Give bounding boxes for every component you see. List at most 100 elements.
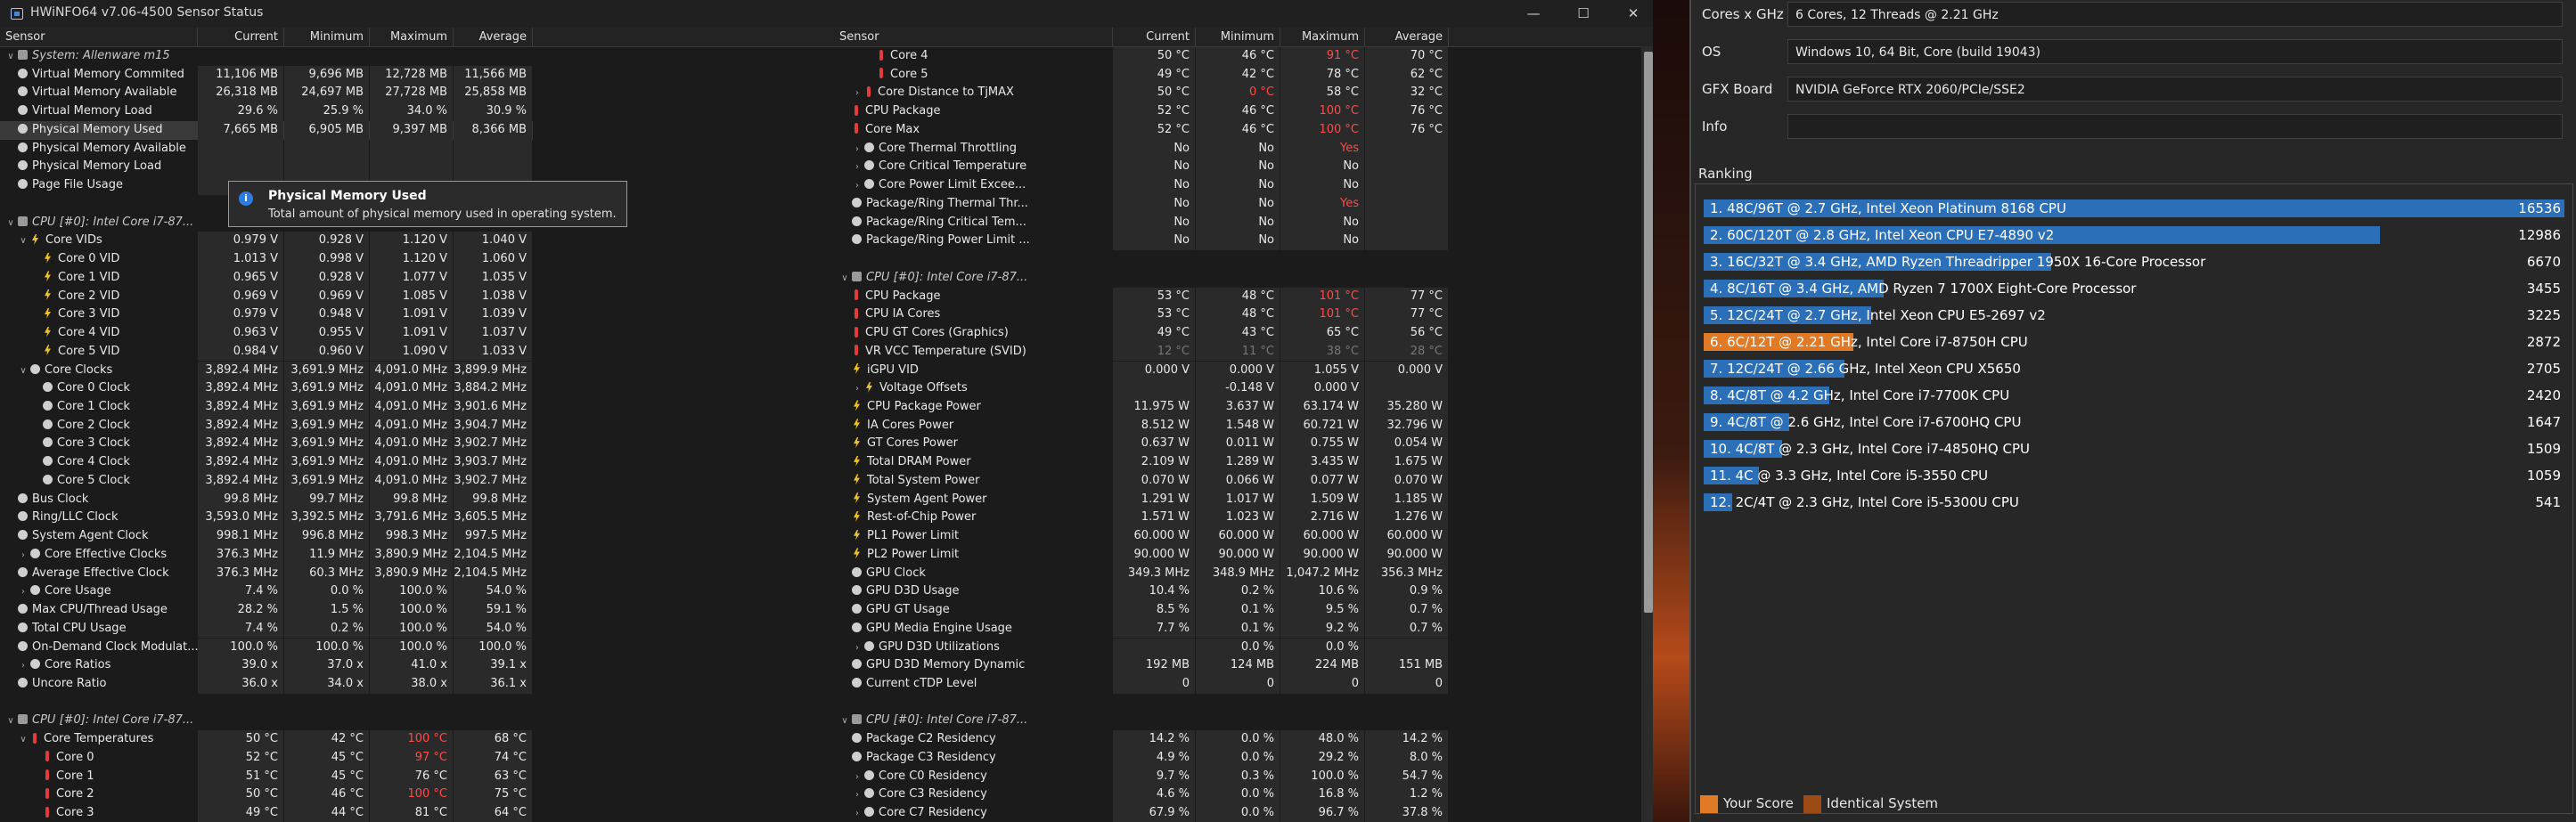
sensor-row[interactable]: Core 5 Clock 3,892.4 MHz 3,691.9 MHz 4,091.…: [0, 471, 533, 491]
sensor-row[interactable]: Core 4 VID 0.963 V 0.955 V 1.091 V 1.037 V: [0, 324, 533, 343]
sensor-row[interactable]: › Voltage Offsets -0.148 V 0.000 V: [834, 379, 1449, 398]
chevron-right-icon[interactable]: ›: [18, 657, 29, 675]
column-current[interactable]: Current: [198, 28, 284, 46]
sensor-row[interactable]: Max CPU/Thread Usage 28.2 % 1.5 % 100.0 % 59…: [0, 601, 533, 620]
sensor-row[interactable]: GT Cores Power 0.637 W 0.011 W 0.755 W 0.054…: [834, 435, 1449, 454]
chevron-right-icon[interactable]: ›: [18, 547, 29, 565]
sensor-row[interactable]: CPU Package 52 °C 46 °C 100 °C 76 °C: [834, 102, 1449, 121]
sensor-row[interactable]: › Core C0 Residency 9.7 % 0.3 % 100.0 % 54.7 …: [834, 767, 1449, 786]
column-sensor[interactable]: Sensor: [0, 28, 198, 46]
column-maximum[interactable]: Maximum: [370, 28, 454, 46]
column-maximum[interactable]: Maximum: [1280, 28, 1365, 46]
chevron-right-icon[interactable]: ›: [18, 583, 29, 601]
ranking-row[interactable]: 12. 2C/4T @ 2.3 GHz, Intel Core i5-5300U…: [1704, 492, 2564, 513]
scrollbar-thumb[interactable]: [1644, 52, 1653, 613]
sensor-row[interactable]: › Core Usage 7.4 % 0.0 % 100.0 % 54.0 %: [0, 582, 533, 602]
chevron-right-icon[interactable]: ›: [852, 177, 863, 195]
sensor-row[interactable]: GPU Media Engine Usage 7.7 % 0.1 % 9.2 % 0.7…: [834, 619, 1449, 639]
sensor-row[interactable]: › Core Critical Temperature No No No: [834, 158, 1449, 177]
sensor-row[interactable]: › Core Ratios 39.0 x 37.0 x 41.0 x 39.1 x: [0, 656, 533, 675]
chevron-right-icon[interactable]: ›: [852, 159, 863, 176]
sensor-row[interactable]: Core 3 49 °C 44 °C 81 °C 64 °C: [0, 804, 533, 822]
sensor-row[interactable]: Uncore Ratio 36.0 x 34.0 x 38.0 x 36.1 x: [0, 675, 533, 694]
chevron-down-icon[interactable]: ∨: [5, 215, 16, 232]
sensor-row[interactable]: Core Max 52 °C 46 °C 100 °C 76 °C: [834, 120, 1449, 140]
sensor-row[interactable]: › Core Thermal Throttling No No Yes: [834, 139, 1449, 159]
sensor-row[interactable]: Core 3 VID 0.979 V 0.948 V 1.091 V 1.039 V: [0, 305, 533, 324]
sensor-row[interactable]: Rest-of-Chip Power 1.571 W 1.023 W 2.716 W1…: [834, 509, 1449, 528]
sensor-row[interactable]: ∨ System: Allenware m15: [0, 47, 533, 66]
chevron-right-icon[interactable]: ›: [852, 786, 863, 804]
sensor-row[interactable]: Core 1 Clock 3,892.4 MHz 3,691.9 MHz 4,091.…: [0, 397, 533, 417]
sensor-row[interactable]: [834, 250, 1449, 269]
sensor-row[interactable]: GPU D3D Memory Dynamic 192 MB 124 MB 224 MB…: [834, 656, 1449, 675]
column-average[interactable]: Average: [454, 28, 533, 46]
sensor-row[interactable]: ∨ CPU [#0]: Intel Core i7-87...: [834, 269, 1449, 288]
sensor-row[interactable]: ∨ Core Clocks 3,892.4 MHz 3,691.9 MHz 4,091.…: [0, 361, 533, 380]
ranking-row[interactable]: 7. 12C/24T @ 2.66 GHz, Intel Xeon CPU X5…: [1704, 358, 2564, 379]
minimize-button[interactable]: —: [1520, 4, 1547, 23]
sensor-row[interactable]: CPU Package 53 °C 48 °C 101 °C 77 °C: [834, 287, 1449, 306]
sensor-row[interactable]: GPU Clock 349.3 MHz 348.9 MHz 1,047.2 MHz 35…: [834, 564, 1449, 583]
sensor-row[interactable]: Bus Clock 99.8 MHz 99.7 MHz 99.8 MHz 99.8 MH…: [0, 490, 533, 509]
sensor-row[interactable]: ∨ Core VIDs 0.979 V 0.928 V 1.120 V 1.040 V: [0, 232, 533, 251]
maximize-button[interactable]: ☐: [1570, 4, 1597, 23]
ranking-row[interactable]: 8. 4C/8T @ 4.2 GHz, Intel Core i7-7700K …: [1704, 385, 2564, 406]
chevron-right-icon[interactable]: ›: [852, 141, 863, 159]
sensor-row[interactable]: [0, 694, 533, 712]
sensor-row[interactable]: ∨ Core Temperatures 50 °C 42 °C 100 °C 68 °C: [0, 730, 533, 749]
sensor-row[interactable]: ∨ CPU [#0]: Intel Core i7-87...: [834, 712, 1449, 730]
column-minimum[interactable]: Minimum: [1196, 28, 1280, 46]
chevron-down-icon[interactable]: ∨: [18, 362, 29, 380]
sensor-row[interactable]: Core 1 51 °C 45 °C 76 °C 63 °C: [0, 767, 533, 786]
sensor-row[interactable]: Core 3 Clock 3,892.4 MHz 3,691.9 MHz 4,091.…: [0, 435, 533, 454]
chevron-down-icon[interactable]: ∨: [18, 731, 29, 749]
sensor-row[interactable]: › Core Effective Clocks 376.3 MHz 11.9 MHz 3…: [0, 545, 533, 565]
chevron-right-icon[interactable]: ›: [852, 85, 863, 102]
sensor-row[interactable]: System Agent Clock 998.1 MHz 996.8 MHz 998.…: [0, 527, 533, 546]
sensor-row[interactable]: GPU D3D Usage 10.4 % 0.2 % 10.6 % 0.9 %: [834, 582, 1449, 602]
sensor-row[interactable]: › Core Distance to TjMAX 50 °C 0 °C 58 °C 32 …: [834, 84, 1449, 103]
sensor-row[interactable]: Virtual Memory Available 26,318 MB 24,697 …: [0, 84, 533, 103]
sensor-row[interactable]: VR VCC Temperature (SVID) 12 °C 11 °C 38 °C…: [834, 342, 1449, 362]
sensor-row[interactable]: Core 2 Clock 3,892.4 MHz 3,691.9 MHz 4,091.…: [0, 416, 533, 435]
sensor-row[interactable]: ∨ CPU [#0]: Intel Core i7-87...: [0, 712, 533, 730]
sensor-row[interactable]: Core 0 52 °C 45 °C 97 °C 74 °C: [0, 748, 533, 768]
sensor-row[interactable]: Physical Memory Load: [0, 158, 533, 177]
chevron-down-icon[interactable]: ∨: [18, 232, 29, 250]
sensor-row[interactable]: [834, 694, 1449, 712]
column-average[interactable]: Average: [1365, 28, 1449, 46]
chevron-right-icon[interactable]: ›: [852, 769, 863, 786]
sensor-row[interactable]: PL1 Power Limit 60.000 W 60.000 W 60.000 W6…: [834, 527, 1449, 546]
ranking-row[interactable]: 10. 4C/8T @ 2.3 GHz, Intel Core i7-4850H…: [1704, 438, 2564, 460]
sensor-row[interactable]: Core 5 VID 0.984 V 0.960 V 1.090 V 1.033 V: [0, 342, 533, 362]
chevron-down-icon[interactable]: ∨: [839, 270, 850, 288]
sensor-row[interactable]: Core 0 VID 1.013 V 0.998 V 1.120 V 1.060 V: [0, 250, 533, 269]
sensor-row[interactable]: Virtual Memory Load 29.6 % 25.9 % 34.0 % 30.…: [0, 102, 533, 121]
ranking-row[interactable]: 6. 6C/12T @ 2.21 GHz, Intel Core i7-8750…: [1704, 331, 2564, 353]
sensor-row[interactable]: CPU IA Cores 53 °C 48 °C 101 °C 77 °C: [834, 305, 1449, 324]
column-sensor[interactable]: Sensor: [834, 28, 1113, 46]
sensor-row[interactable]: Core 1 VID 0.965 V 0.928 V 1.077 V 1.035 V: [0, 268, 533, 288]
sensor-row[interactable]: Current cTDP Level 0 0 0 0: [834, 675, 1449, 694]
ranking-row[interactable]: 4. 8C/16T @ 3.4 GHz, AMD Ryzen 7 1700X E…: [1704, 278, 2564, 299]
sensor-row[interactable]: Package/Ring Thermal Thr... No No Yes: [834, 194, 1449, 214]
ranking-row[interactable]: 1. 48C/96T @ 2.7 GHz, Intel Xeon Platinu…: [1704, 198, 2564, 219]
column-minimum[interactable]: Minimum: [284, 28, 370, 46]
sensor-row[interactable]: PL2 Power Limit 90.000 W 90.000 W 90.000 W9…: [834, 545, 1449, 565]
ranking-row[interactable]: 11. 4C @ 3.3 GHz, Intel Core i5-3550 CPU…: [1704, 465, 2564, 486]
sensor-row[interactable]: Package/Ring Critical Tem... No No No: [834, 213, 1449, 232]
sensor-row[interactable]: CPU Package Power 11.975 W 3.637 W 63.174 W…: [834, 397, 1449, 417]
sensor-row[interactable]: System Agent Power 1.291 W 1.017 W 1.509 W1…: [834, 490, 1449, 509]
sensor-row[interactable]: Package C3 Residency 4.9 % 0.0 % 29.2 % 8.0 …: [834, 748, 1449, 768]
sensor-row[interactable]: iGPU VID 0.000 V 0.000 V 1.055 V 0.000 V: [834, 361, 1449, 380]
sensor-row[interactable]: Virtual Memory Commited 11,106 MB 9,696 MB…: [0, 65, 533, 85]
sensor-row[interactable]: Core 2 50 °C 46 °C 100 °C 75 °C: [0, 785, 533, 805]
sensor-row[interactable]: Core 2 VID 0.969 V 0.969 V 1.085 V 1.038 V: [0, 287, 533, 306]
sensor-row[interactable]: Core 0 Clock 3,892.4 MHz 3,691.9 MHz 4,091.…: [0, 379, 533, 398]
sensor-row[interactable]: GPU GT Usage 8.5 % 0.1 % 9.5 % 0.7 %: [834, 601, 1449, 620]
ranking-row[interactable]: 3. 16C/32T @ 3.4 GHz, AMD Ryzen Threadri…: [1704, 251, 2564, 273]
sensor-row[interactable]: Package/Ring Power Limit ... No No No: [834, 232, 1449, 251]
close-button[interactable]: ✕: [1620, 4, 1647, 23]
scrollbar-right[interactable]: [1641, 46, 1654, 822]
